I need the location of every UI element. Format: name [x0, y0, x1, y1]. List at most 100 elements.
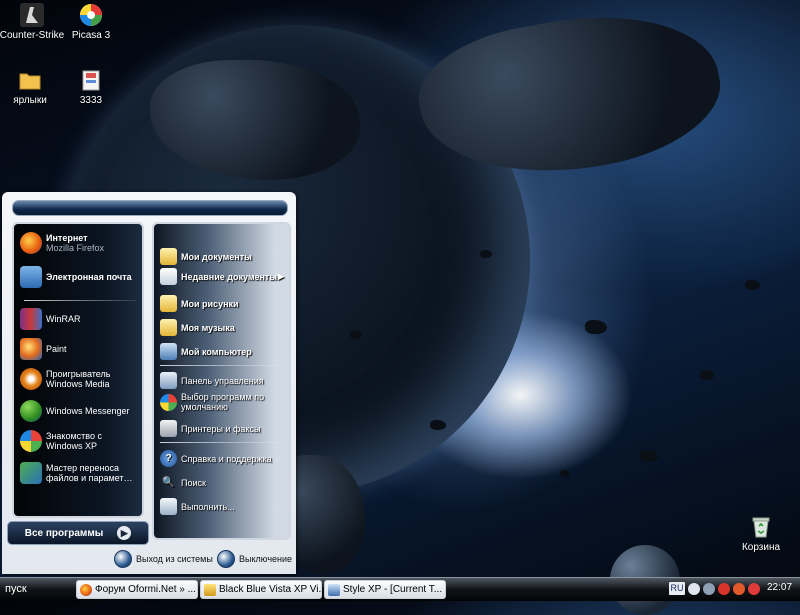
messenger-icon — [20, 400, 42, 422]
firefox-icon — [20, 232, 42, 254]
style-xp-icon — [328, 583, 340, 596]
help-icon: ? — [160, 450, 177, 467]
menu-item-label: Мои документы — [181, 251, 252, 262]
taskbar-button-folder[interactable]: Black Blue Vista XP Vi... — [200, 580, 322, 599]
menu-item-label: Недавние документы — [181, 271, 278, 282]
taskbar: пуск Форум Oformi.Net » ... Black Blue V… — [0, 577, 800, 601]
my-computer-icon — [160, 343, 177, 360]
tray-network-icon[interactable] — [688, 583, 700, 595]
search-icon: 🔍 — [162, 476, 175, 488]
media-player-icon — [20, 368, 42, 390]
menu-item-tour[interactable]: Знакомство с Windows XP — [20, 430, 138, 452]
menu-item-control-panel[interactable]: Панель управления — [160, 372, 264, 389]
debris — [585, 320, 607, 334]
menu-item-title: Проигрыватель Windows Media — [46, 369, 111, 389]
tray-antivirus-icon[interactable] — [718, 583, 730, 595]
email-icon — [20, 266, 42, 288]
menu-item-label: Мой компьютер — [181, 346, 252, 357]
shutdown-label: Выключение — [239, 554, 293, 564]
taskbar-button-forum[interactable]: Форум Oformi.Net » ... — [76, 580, 198, 599]
debris — [745, 280, 760, 290]
folder-icon — [204, 583, 216, 596]
tray-update-icon[interactable] — [748, 583, 760, 595]
printers-icon — [160, 420, 177, 437]
menu-item-internet[interactable]: Интернет Mozilla Firefox — [20, 232, 104, 254]
start-menu-header — [12, 200, 288, 216]
taskbar-button-label: Style XP - [Current T... — [343, 584, 443, 595]
menu-item-title: Мастер переноса файлов и парамет… — [46, 463, 133, 483]
desktop-icon-label: Counter-Strike — [0, 30, 65, 41]
menu-item-title: WinRAR — [46, 314, 81, 324]
separator — [24, 300, 136, 301]
menu-item-search[interactable]: 🔍 Поиск — [160, 474, 206, 491]
menu-item-recent-documents[interactable]: Недавние документы ▶ — [160, 268, 284, 285]
menu-item-title: Интернет — [46, 233, 88, 243]
menu-item-subtitle: Mozilla Firefox — [46, 243, 105, 253]
menu-item-my-music[interactable]: Моя музыка — [160, 319, 235, 336]
menu-item-label: Выполнить... — [181, 501, 235, 512]
clock[interactable]: 22:07 — [767, 582, 792, 593]
menu-item-my-pictures[interactable]: Мои рисунки — [160, 295, 239, 312]
taskbar-button-label: Black Blue Vista XP Vi... — [219, 584, 322, 595]
menu-item-my-computer[interactable]: Мой компьютер — [160, 343, 252, 360]
menu-item-label: Моя музыка — [181, 322, 235, 333]
control-panel-icon — [160, 372, 177, 389]
menu-item-messenger[interactable]: Windows Messenger — [20, 400, 130, 422]
desktop-icon-label: ярлыки — [13, 95, 47, 106]
all-programs-button[interactable]: Все программы ▶ — [7, 521, 149, 545]
debris — [430, 420, 446, 430]
menu-item-winrar[interactable]: WinRAR — [20, 308, 81, 330]
menu-item-media-player[interactable]: Проигрыватель Windows Media — [20, 368, 138, 390]
debris — [350, 330, 362, 339]
tray-volume-icon[interactable] — [703, 583, 715, 595]
menu-item-label: Мои рисунки — [181, 298, 239, 309]
paint-icon — [20, 338, 42, 360]
firefox-icon — [80, 583, 92, 596]
menu-item-label: Поиск — [181, 477, 206, 488]
menu-item-transfer-wizard[interactable]: Мастер переноса файлов и парамет… — [20, 462, 138, 484]
logoff-label: Выход из системы — [136, 554, 213, 564]
desktop-icon-3333[interactable]: 3333 — [56, 68, 126, 106]
counter-strike-icon — [20, 3, 44, 27]
run-icon — [160, 498, 177, 515]
desktop-icon-recycle-bin[interactable]: Корзина — [726, 515, 796, 553]
shutdown-button[interactable]: Выключение — [217, 550, 292, 568]
menu-item-default-programs[interactable]: Выбор программ по умолчанию — [160, 392, 284, 412]
menu-item-title: Знакомство с Windows XP — [46, 431, 102, 451]
recent-documents-icon — [160, 268, 177, 285]
menu-item-label: Выбор программ по умолчанию — [181, 392, 265, 412]
taskbar-button-style-xp[interactable]: Style XP - [Current T... — [324, 580, 446, 599]
transfer-wizard-icon — [20, 462, 42, 484]
start-menu: Интернет Mozilla Firefox Электронная почт… — [2, 192, 296, 574]
submenu-arrow-icon: ▶ — [277, 271, 284, 281]
start-button[interactable]: пуск — [0, 580, 69, 599]
menu-item-label: Принтеры и факсы — [181, 423, 261, 434]
language-indicator[interactable]: RU — [669, 582, 685, 595]
desktop-icon-picasa[interactable]: Picasa 3 — [56, 3, 126, 41]
menu-item-label: Справка и поддержка — [181, 453, 272, 464]
all-programs-label: Все программы — [24, 527, 104, 539]
menu-item-label: Панель управления — [181, 375, 264, 386]
menu-item-my-documents[interactable]: Мои документы — [160, 248, 252, 265]
start-menu-places-panel: Мои документы Недавние документы ▶ Мои р… — [152, 222, 291, 540]
menu-item-email[interactable]: Электронная почта — [20, 266, 138, 288]
tour-icon — [20, 430, 42, 452]
debris — [700, 370, 714, 380]
debris — [560, 470, 570, 477]
start-menu-pinned-panel: Интернет Mozilla Firefox Электронная почт… — [12, 222, 144, 518]
separator — [160, 442, 280, 443]
desktop-icon-label: Picasa 3 — [71, 30, 111, 41]
menu-item-printers[interactable]: Принтеры и факсы — [160, 420, 260, 437]
default-programs-icon — [160, 393, 177, 411]
recycle-bin-icon — [752, 517, 770, 538]
separator — [160, 365, 280, 366]
power-icon — [217, 550, 235, 568]
logoff-button[interactable]: Выход из системы — [114, 550, 213, 568]
menu-item-title: Windows Messenger — [46, 406, 130, 416]
tray-security-icon[interactable] — [733, 583, 745, 595]
menu-item-help[interactable]: ? Справка и поддержка — [160, 450, 272, 467]
menu-item-paint[interactable]: Paint — [20, 338, 67, 360]
archive-icon — [82, 70, 100, 91]
my-documents-icon — [160, 248, 177, 265]
menu-item-run[interactable]: Выполнить... — [160, 498, 235, 515]
